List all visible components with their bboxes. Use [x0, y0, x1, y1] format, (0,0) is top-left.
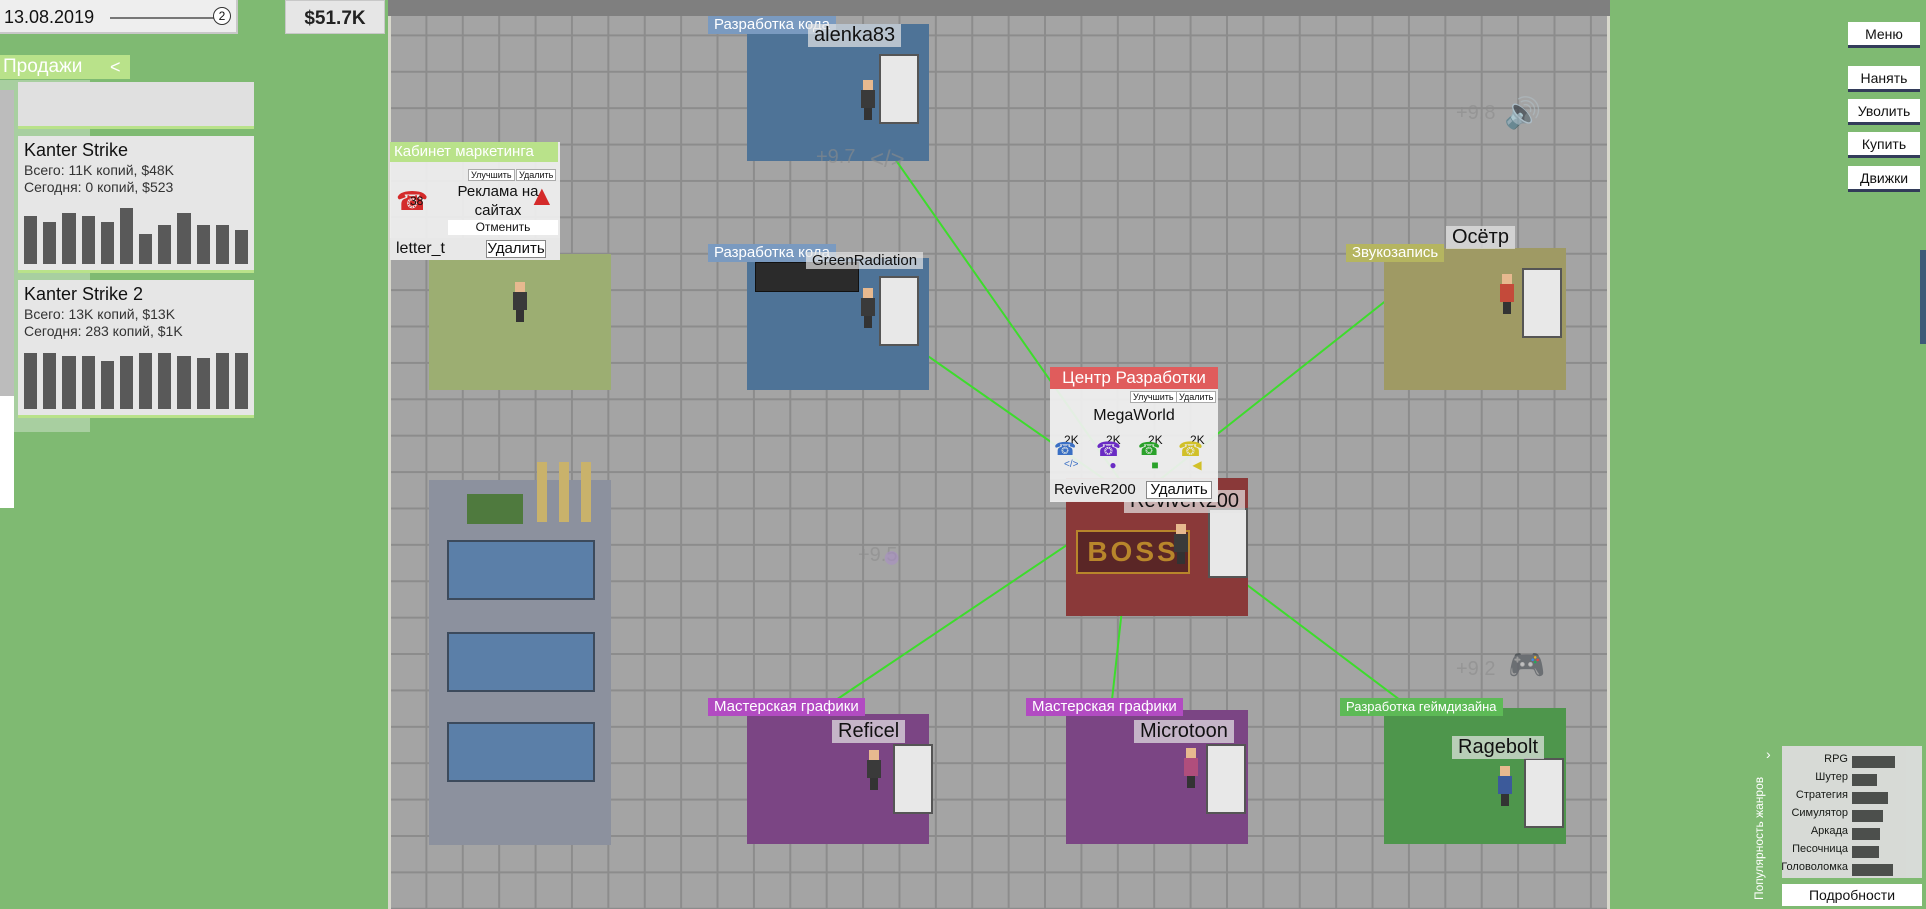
worker-sprite[interactable]	[867, 750, 881, 790]
worker-name[interactable]: GreenRadiation	[806, 252, 924, 269]
buy-button[interactable]: Купить	[1848, 132, 1920, 158]
boss-sprite[interactable]	[1174, 524, 1188, 564]
desk	[1208, 508, 1248, 578]
campaign-name: Реклама на сайтах	[457, 183, 539, 219]
genre-row: Симулятор	[1782, 806, 1922, 824]
worker-sprite[interactable]	[1500, 274, 1514, 314]
genre-popularity-panel: RPG Шутер Стратегия Симулятор Аркада Песочниц…	[1781, 746, 1922, 878]
genre-row: Головоломка	[1781, 860, 1922, 878]
menu-button[interactable]: Меню	[1848, 22, 1920, 48]
genre-name: Симулятор	[1791, 807, 1848, 819]
worker-name: ReviveR200	[1054, 481, 1136, 498]
worker-sprite[interactable]	[513, 282, 527, 322]
worker-sprite[interactable]	[1184, 748, 1198, 788]
code-icon: </>	[870, 146, 905, 173]
genre-panel-title[interactable]: Популярность жанров	[1752, 777, 1766, 900]
genre-name: Аркада	[1810, 825, 1848, 837]
desk	[879, 276, 919, 346]
fire-button[interactable]: Уволить	[1848, 99, 1920, 125]
tablet-desk	[893, 744, 933, 814]
worker-name[interactable]: Reficel	[832, 720, 906, 743]
popup-footer: ReviveR200 Удалить	[1050, 479, 1218, 501]
rug	[447, 540, 595, 600]
genre-row: Аркада	[1782, 824, 1922, 842]
genre-bar	[1852, 828, 1880, 840]
genre-row: Стратегия	[1782, 788, 1922, 806]
boss-sign: BOSS	[1076, 530, 1190, 574]
edge-scroll-marker	[1920, 250, 1926, 344]
worker-sprite[interactable]	[1498, 766, 1512, 806]
genre-bar	[1852, 846, 1879, 858]
bookshelf	[537, 462, 599, 522]
worker-name: letter_t	[396, 240, 445, 257]
genre-name: RPG	[1824, 753, 1848, 765]
genre-name: Песочница	[1792, 843, 1848, 855]
delete-button[interactable]: Удалить	[1146, 481, 1212, 499]
rug	[447, 722, 595, 782]
code-room[interactable]	[747, 258, 929, 390]
worker-name[interactable]: Осётр	[1446, 226, 1515, 249]
code-icon: </>	[1064, 459, 1079, 470]
details-button[interactable]: Подробности	[1782, 884, 1922, 906]
genre-name: Шутер	[1815, 771, 1848, 783]
design-room[interactable]	[1384, 708, 1566, 844]
genre-bar	[1852, 774, 1877, 786]
gamepad-icon: 🎮	[1508, 649, 1546, 682]
rug	[447, 632, 595, 692]
sound-icon: 🔊	[1504, 97, 1542, 130]
upgrade-button[interactable]: Улучшить	[468, 169, 515, 181]
engines-button[interactable]: Движки	[1848, 166, 1920, 192]
stat-gain: +9.8	[1456, 102, 1496, 124]
design-phone-icon: ☎	[1138, 439, 1161, 459]
sofa	[467, 494, 523, 524]
room-label: Разработка геймдизайна	[1340, 698, 1503, 716]
genre-bar	[1852, 792, 1888, 804]
marketing-popup[interactable]: Кабинет маркетинга Улучшить Удалить ☎ 38…	[390, 142, 560, 260]
gamepad-icon: ■	[1151, 458, 1159, 472]
dev-center-popup[interactable]: Центр Разработки Улучшить Удалить MegaWo…	[1050, 367, 1218, 502]
stat-gain: +9.7	[816, 146, 856, 168]
popup-title: Центр Разработки	[1050, 367, 1218, 389]
upgrade-button[interactable]: Улучшить	[1130, 391, 1177, 403]
sound-room[interactable]	[1384, 248, 1566, 390]
desk	[879, 54, 919, 124]
cancel-button[interactable]: Отменить	[448, 220, 558, 235]
genre-name: Стратегия	[1795, 789, 1848, 801]
project-name: MegaWorld	[1093, 407, 1175, 424]
worker-name[interactable]: Ragebolt	[1452, 736, 1545, 759]
hire-button[interactable]: Нанять	[1848, 66, 1920, 92]
worker-name[interactable]: alenka83	[808, 24, 902, 47]
room-label: Мастерская графики	[708, 698, 865, 716]
delete-button[interactable]: Удалить	[486, 240, 546, 258]
remove-small-button[interactable]: Удалить	[1176, 391, 1217, 403]
genre-bar	[1852, 864, 1893, 876]
art-icon: ●	[1109, 458, 1117, 472]
worker-name[interactable]: Microtoon	[1134, 720, 1234, 743]
genre-name: Головоломка	[1781, 861, 1848, 873]
genre-row: Песочница	[1782, 842, 1922, 860]
campaign-count: 38	[410, 194, 424, 208]
room-label: Звукозапись	[1346, 244, 1445, 262]
marketing-room[interactable]	[429, 254, 611, 390]
palette-icon: ●	[882, 538, 902, 574]
code-phone-icon: ☎	[1054, 439, 1077, 459]
popup-title: Кабинет маркетинга	[390, 142, 558, 162]
connection-lines	[805, 31, 1451, 701]
genre-bar	[1852, 810, 1883, 822]
stat-gain: +9.2	[1456, 658, 1496, 680]
popup-footer: letter_t Удалить	[390, 238, 560, 260]
lounge-room	[429, 462, 611, 845]
worker-sprite[interactable]	[861, 80, 875, 120]
desk	[1524, 758, 1564, 828]
chevron-right-icon[interactable]: ›	[1766, 746, 1771, 762]
tablet-desk	[1206, 744, 1246, 814]
genre-row: RPG	[1782, 752, 1922, 770]
room-label: Мастерская графики	[1026, 698, 1183, 716]
worker-sprite[interactable]	[861, 288, 875, 328]
genre-bar	[1852, 756, 1895, 768]
genre-row: Шутер	[1782, 770, 1922, 788]
sound-icon: ◀	[1192, 458, 1202, 472]
piano	[1522, 268, 1562, 338]
